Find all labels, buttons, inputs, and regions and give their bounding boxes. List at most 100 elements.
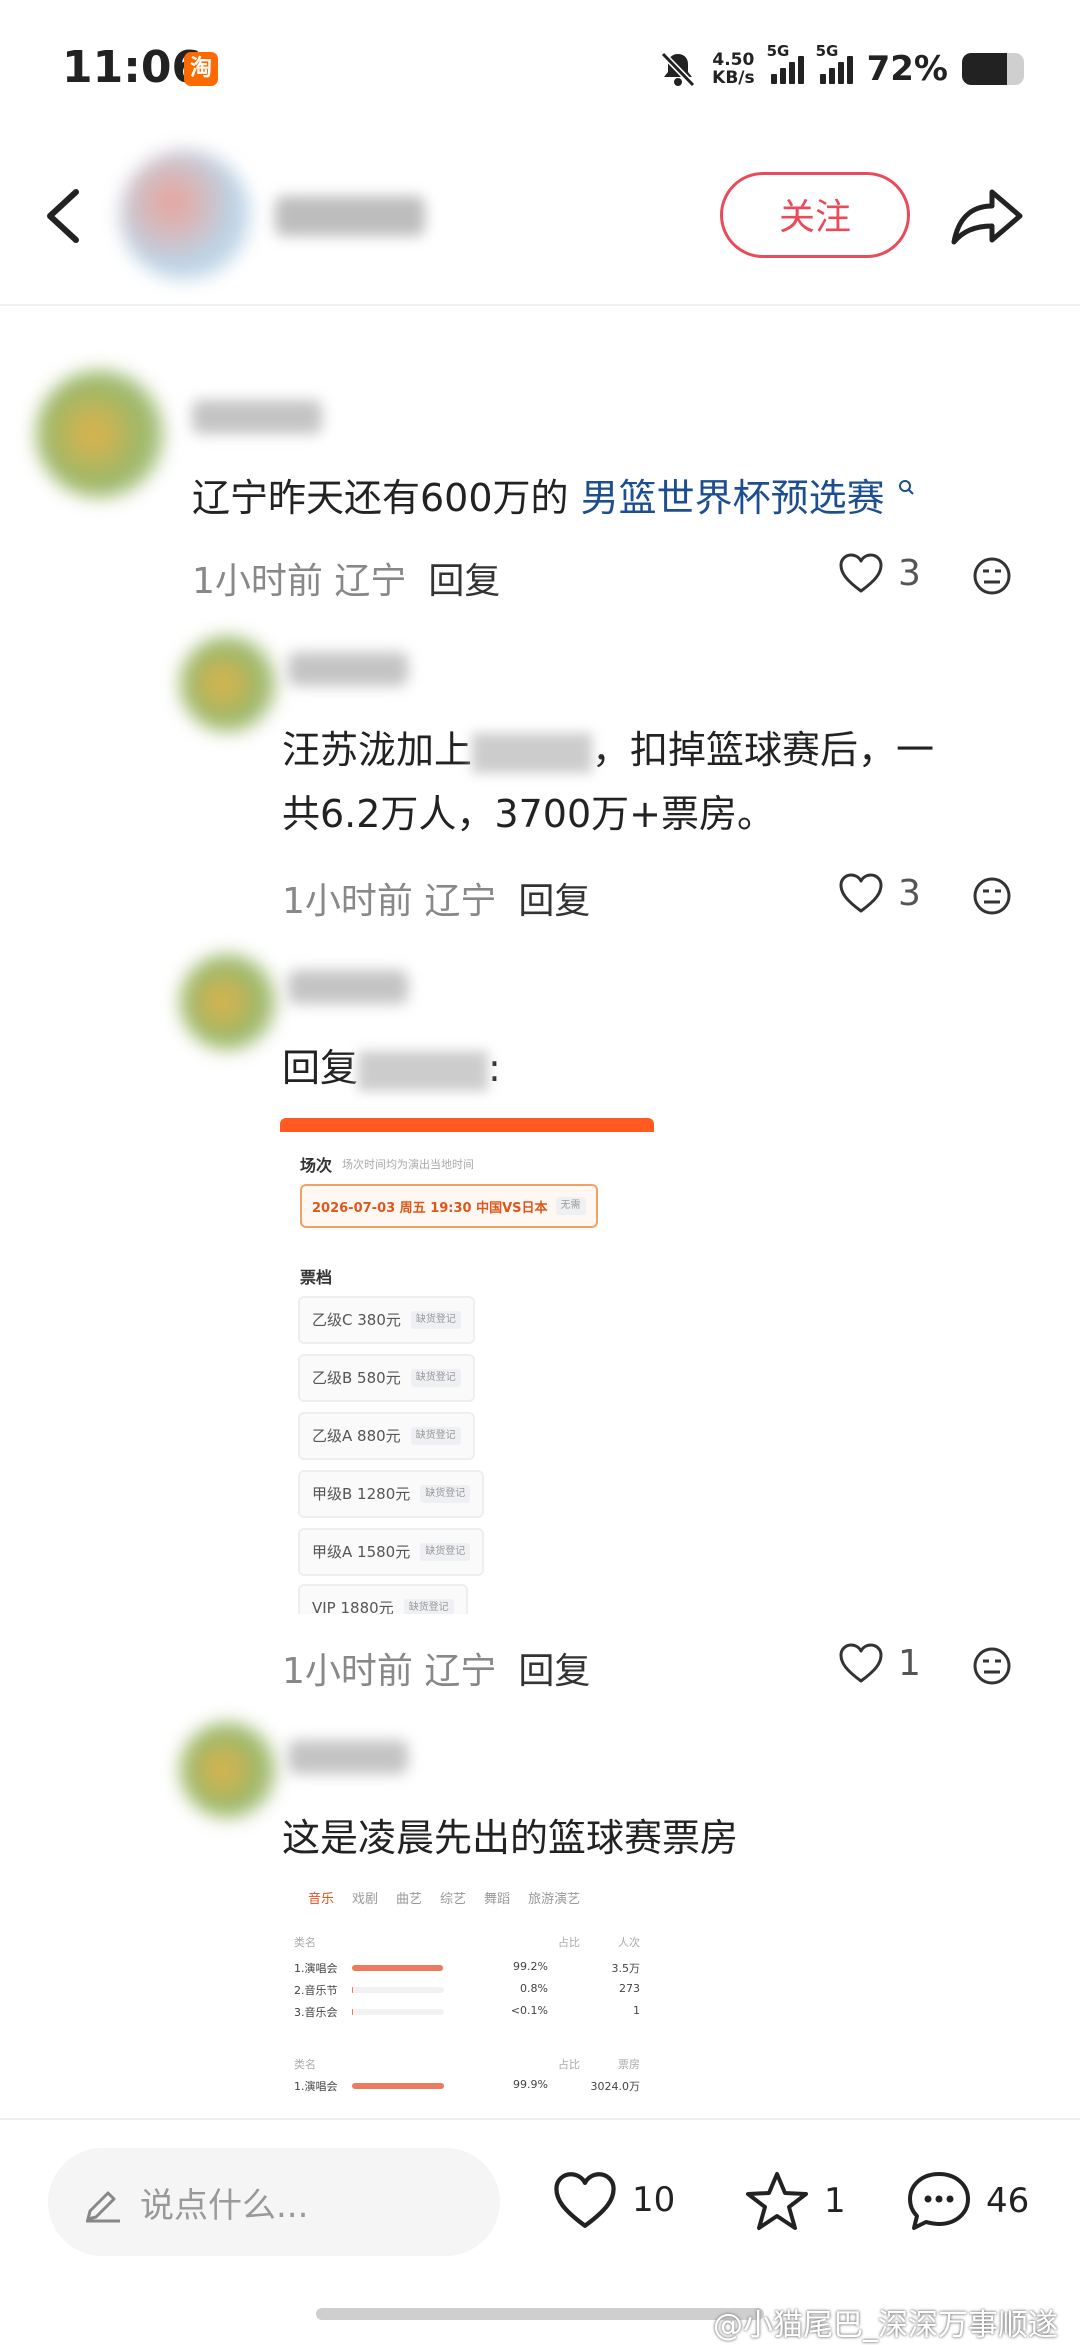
neutral-face-icon[interactable] xyxy=(972,1646,1012,1686)
table-header: 类名 占比 票房 xyxy=(294,2056,640,2072)
comment-username[interactable] xyxy=(288,1740,408,1774)
ranking-ratio: 0.8% xyxy=(520,1982,548,1995)
tier-title: 票档 xyxy=(300,1268,333,1287)
ticket-tier: 甲级B 1280元 缺货登记 xyxy=(298,1470,485,1518)
comment-text: 这是凌晨先出的篮球赛票房 xyxy=(282,1816,739,1860)
comment-text: 辽宁昨天还有600万的 男篮世界杯预选赛 xyxy=(192,466,917,530)
share-icon[interactable] xyxy=(950,186,1024,246)
comment-text-part1: 汪苏泷加上 xyxy=(282,728,473,772)
comment-avatar[interactable] xyxy=(36,370,164,498)
ranking-row: 3.音乐会 <0.1% 1 xyxy=(294,2004,640,2022)
tier-tag: 缺货登记 xyxy=(410,1311,461,1329)
comment-username[interactable] xyxy=(288,652,408,686)
ranking-bar-fill xyxy=(352,1965,444,1971)
tier-label: 乙级C 380元 xyxy=(312,1311,401,1329)
ranking-row: 1.演唱会 99.9% 3024.0万 xyxy=(294,2078,640,2096)
comment-avatar[interactable] xyxy=(180,954,276,1050)
tier-tag: 缺货登记 xyxy=(420,1485,471,1503)
comment-image-tickets[interactable]: 场次 场次时间均为演出当地时间 2026-07-03 周五 19:30 中国VS… xyxy=(280,1118,654,1614)
ranking-value: 1 xyxy=(633,2004,640,2017)
watermark: @小猫尾巴_深深万事顺遂 xyxy=(713,2300,1058,2344)
ranking-row: 2.音乐节 0.8% 273 xyxy=(294,1982,640,2000)
favorite-button[interactable]: 1 xyxy=(744,2170,846,2232)
ranking-bar-fill xyxy=(352,2083,444,2089)
back-arrow-icon[interactable] xyxy=(40,186,86,246)
ticket-tier: 乙级A 880元 缺货登记 xyxy=(298,1412,475,1460)
comment-input-placeholder: 说点什么... xyxy=(140,2185,309,2226)
col-name: 类名 xyxy=(294,1936,316,1949)
follow-button[interactable]: 关注 xyxy=(720,172,910,258)
ticket-tier: 甲级A 1580元 缺货登记 xyxy=(298,1528,485,1576)
reply-suffix: : xyxy=(488,1046,501,1090)
comment-time-location: 1小时前 辽宁 xyxy=(282,881,497,922)
post-like-button[interactable]: 10 xyxy=(552,2170,675,2230)
comment-text-part2: ，扣掉篮球赛后，一 xyxy=(592,728,935,772)
tier-tag: 缺货登记 xyxy=(410,1427,461,1445)
comment-time-location: 1小时前 辽宁 xyxy=(192,561,407,602)
ranking-bar-track xyxy=(352,1987,444,1993)
category-tabs: 音乐 戏剧 曲艺 综艺 舞蹈 旅游演艺 xyxy=(308,1888,580,1907)
neutral-face-icon[interactable] xyxy=(972,556,1012,596)
sim1-label: 5G xyxy=(766,42,790,60)
comment-username[interactable] xyxy=(192,400,322,434)
tier-label: VIP 1880元 xyxy=(312,1599,394,1614)
pencil-icon xyxy=(86,2191,120,2223)
col-name: 类名 xyxy=(294,2058,316,2071)
bottom-divider xyxy=(0,2118,1080,2120)
comment-avatar[interactable] xyxy=(180,636,276,732)
comment-meta: 1小时前 辽宁 回复 xyxy=(192,552,500,604)
reply-button[interactable]: 回复 xyxy=(518,881,590,922)
session-tag: 无需 xyxy=(555,1197,586,1215)
sim2-signal-icon: 5G xyxy=(816,42,853,84)
tab-tourism: 旅游演艺 xyxy=(528,1892,581,1907)
reply-button[interactable]: 回复 xyxy=(518,1651,590,1692)
author-avatar[interactable] xyxy=(120,150,250,280)
favorite-count: 1 xyxy=(824,2181,846,2221)
like-count: 3 xyxy=(898,552,921,594)
topic-link[interactable]: 男篮世界杯预选赛 xyxy=(581,476,885,520)
ticket-tier: VIP 1880元 缺货登记 xyxy=(298,1584,468,1614)
heart-icon xyxy=(839,873,883,913)
session-option: 2026-07-03 周五 19:30 中国VS日本 无需 xyxy=(300,1184,598,1228)
ranking-row: 1.演唱会 99.2% 3.5万 xyxy=(294,1960,640,1978)
col-ratio: 占比 xyxy=(558,2058,580,2071)
heart-icon xyxy=(839,1643,883,1683)
reply-button[interactable]: 回复 xyxy=(428,561,500,602)
ranking-ratio: <0.1% xyxy=(510,2004,548,2017)
chat-bubble-icon xyxy=(908,2172,970,2230)
search-icon[interactable] xyxy=(897,478,917,498)
comment-line-2: 共6.2万人，3700万+票房。 xyxy=(282,792,775,836)
comment-avatar[interactable] xyxy=(180,1722,276,1818)
battery-percent: 72% xyxy=(866,49,948,89)
comment-username[interactable] xyxy=(288,970,408,1004)
tier-label: 甲级B 1280元 xyxy=(312,1485,411,1503)
tier-tag: 缺货登记 xyxy=(403,1599,454,1614)
sim2-label: 5G xyxy=(815,42,839,60)
comment-time-location: 1小时前 辽宁 xyxy=(282,1651,497,1692)
comment-input[interactable]: 说点什么... xyxy=(48,2148,500,2256)
status-time: 11:06 xyxy=(62,42,203,93)
tab-dance: 舞蹈 xyxy=(484,1892,511,1907)
tier-tag: 缺货登记 xyxy=(410,1369,461,1387)
ranking-name: 1.演唱会 xyxy=(294,2080,338,2093)
comment-text: 回复: xyxy=(282,1036,501,1100)
author-name[interactable] xyxy=(275,196,425,236)
col-value: 票房 xyxy=(618,2058,640,2071)
ranking-value: 273 xyxy=(619,1982,640,1995)
sim1-signal-icon: 5G xyxy=(767,42,804,84)
post-like-count: 10 xyxy=(632,2180,676,2220)
comment-like-button[interactable]: 3 xyxy=(838,872,921,914)
ranking-bar-fill xyxy=(352,2009,354,2015)
net-speed: 4.50 KB/s xyxy=(712,51,754,87)
home-indicator[interactable] xyxy=(316,2308,764,2320)
comment-like-button[interactable]: 3 xyxy=(838,552,921,594)
neutral-face-icon[interactable] xyxy=(972,876,1012,916)
comment-meta: 1小时前 辽宁 回复 xyxy=(282,1642,590,1694)
comment-image-ranking[interactable]: 音乐 戏剧 曲艺 综艺 舞蹈 旅游演艺 类名 占比 人次 1.演唱会 99.2% 3… xyxy=(282,1880,654,2110)
comment-button[interactable]: 46 xyxy=(906,2170,1029,2232)
tier-label: 乙级B 580元 xyxy=(312,1369,401,1387)
status-indicators: 4.50 KB/s 5G 5G 72% xyxy=(658,42,1024,92)
like-count: 1 xyxy=(898,1642,921,1684)
ranking-bar-track xyxy=(352,2083,444,2089)
comment-like-button[interactable]: 1 xyxy=(838,1642,921,1684)
